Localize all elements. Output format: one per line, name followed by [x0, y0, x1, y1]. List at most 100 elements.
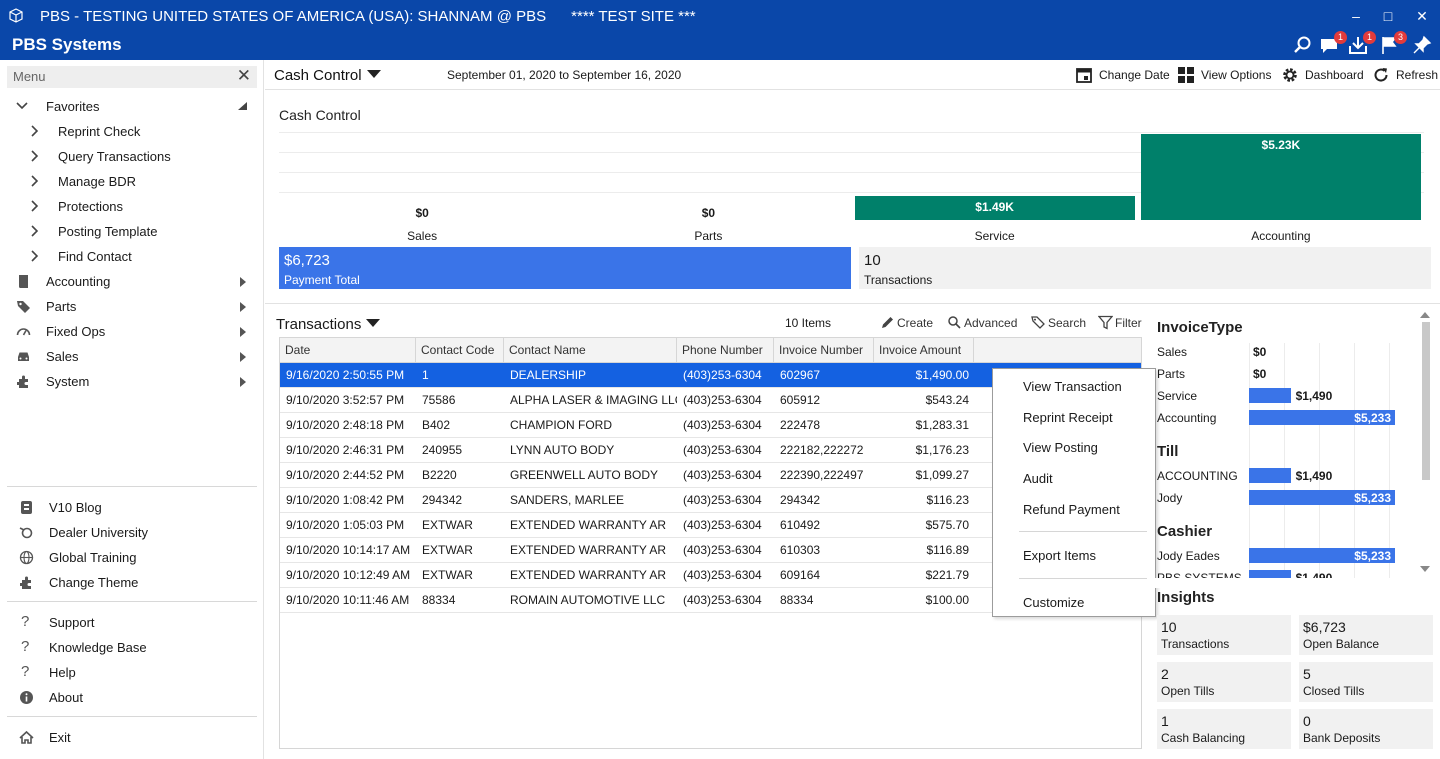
window-title: PBS - TESTING UNITED STATES OF AMERICA (… — [40, 8, 696, 25]
breakdown-clip-mask — [1150, 578, 1410, 588]
insight-value: 2 — [1161, 666, 1169, 682]
insight-tile-cash-balancing[interactable]: 1 Cash Balancing — [1157, 709, 1291, 749]
sidebar-item-posting-template[interactable]: Posting Template — [0, 219, 264, 244]
app-name: PBS Systems — [12, 35, 122, 54]
breakdown-row[interactable]: Sales $0 — [1157, 343, 1397, 361]
insight-tile-bank-deposits[interactable]: 0 Bank Deposits — [1299, 709, 1433, 749]
sidebar-link-global-training[interactable]: Global Training — [0, 545, 264, 570]
breakdown-label: Jody — [1157, 491, 1183, 505]
sidebar-link-help[interactable]: ? Help — [0, 660, 264, 685]
breakdown-value: $1,490 — [1295, 469, 1333, 483]
breakdown-value: $5,233 — [1354, 411, 1391, 425]
insight-label: Open Tills — [1161, 684, 1215, 698]
breakdown-row[interactable]: Accounting $5,233 — [1157, 409, 1397, 427]
sidebar-item-manage-bdr[interactable]: Manage BDR — [0, 169, 264, 194]
sidebar-link-label: Dealer University — [49, 525, 148, 540]
sidebar-link-exit[interactable]: Exit — [0, 725, 264, 750]
insight-tile-transactions[interactable]: 10 Transactions — [1157, 615, 1291, 655]
maximize-button[interactable]: □ — [1377, 6, 1399, 26]
insight-tile-open-tills[interactable]: 2 Open Tills — [1157, 662, 1291, 702]
sidebar-item-label: Parts — [46, 299, 77, 314]
sidebar-item-label: Reprint Check — [58, 124, 141, 139]
breakdown-row[interactable]: Parts $0 — [1157, 365, 1397, 383]
breakdown-label: ACCOUNTING — [1157, 469, 1238, 483]
table-cell: $100.00 — [925, 593, 969, 607]
sidebar-item-label: Query Transactions — [58, 149, 171, 164]
sidebar-item-label: Find Contact — [58, 249, 132, 264]
sidebar-link-about[interactable]: About — [0, 685, 264, 710]
sidebar-item-query-transactions[interactable]: Query Transactions — [0, 144, 264, 169]
close-button[interactable]: ✕ — [1411, 6, 1433, 26]
chevron-right-icon — [31, 125, 39, 137]
sidebar-item-accounting[interactable]: Accounting — [0, 269, 264, 294]
breakdown-row[interactable]: ACCOUNTING $1,490 — [1157, 467, 1397, 485]
sidebar-item-label: Sales — [46, 349, 79, 364]
tag-icon — [17, 301, 30, 313]
sidebar-link-label: Global Training — [49, 550, 137, 565]
sidebar-item-sales[interactable]: Sales — [0, 344, 264, 369]
minimize-button[interactable]: – — [1345, 6, 1367, 26]
sidebar-group-favorites[interactable]: Favorites — [0, 94, 264, 119]
question-icon: ? — [21, 613, 30, 630]
insight-tile-closed-tills[interactable]: 5 Closed Tills — [1299, 662, 1433, 702]
menu-search-input[interactable]: Menu ✕ — [7, 66, 257, 88]
breakdown-value: $5,233 — [1354, 549, 1391, 563]
section-title-cash-control: Cash Control — [279, 107, 361, 123]
cube-icon — [9, 8, 23, 23]
chart-category-label: Sales — [407, 229, 438, 243]
chart-data-label: $5.23K — [1261, 138, 1301, 152]
scroll-down-icon[interactable] — [1420, 566, 1430, 573]
page-title-dropdown[interactable]: Cash Control — [274, 67, 381, 84]
refresh-label: Refresh — [1396, 68, 1439, 82]
view-options-button[interactable]: View Options — [1177, 66, 1277, 86]
breakdown-value: $1,490 — [1295, 389, 1333, 403]
breakdown-row[interactable]: Jody $5,233 — [1157, 489, 1397, 507]
payment-total-card[interactable]: $6,723 Payment Total — [279, 247, 851, 289]
scroll-thumb[interactable] — [1422, 322, 1430, 480]
breakdown-label: Service — [1157, 389, 1198, 403]
sidebar-link-knowledge-base[interactable]: ? Knowledge Base — [0, 635, 264, 660]
home-icon — [19, 730, 34, 744]
sidebar-item-system[interactable]: System — [0, 369, 264, 394]
sidebar-link-v10-blog[interactable]: V10 Blog — [0, 495, 264, 520]
sidebar-item-fixed-ops[interactable]: Fixed Ops — [0, 319, 264, 344]
sidebar-item-parts[interactable]: Parts — [0, 294, 264, 319]
transactions-card[interactable]: 10 Transactions — [859, 247, 1431, 289]
sidebar-link-support[interactable]: ? Support — [0, 610, 264, 635]
insight-tile-open-balance[interactable]: $6,723 Open Balance — [1299, 615, 1433, 655]
chart-data-label: $0 — [415, 206, 429, 220]
sidebar-item-find-contact[interactable]: Find Contact — [0, 244, 264, 269]
breakdown-scrollbar[interactable] — [1415, 308, 1433, 578]
question-icon: ? — [21, 638, 30, 655]
pin-icon[interactable] — [1411, 34, 1433, 56]
table-cell: ROMAIN AUTOMOTIVE LLC — [510, 593, 666, 607]
sidebar-item-protections[interactable]: Protections — [0, 194, 264, 219]
refresh-button[interactable]: Refresh — [1372, 66, 1440, 86]
sidebar: Menu ✕ Favorites Reprint Check Query Tra… — [0, 60, 264, 759]
insight-value: 10 — [1161, 619, 1177, 635]
sidebar-item-label: Fixed Ops — [46, 324, 106, 339]
menu-item-customize[interactable]: Customize — [1023, 595, 1084, 610]
clear-icon[interactable]: ✕ — [237, 66, 251, 86]
breakdown-value: $0 — [1253, 367, 1267, 381]
change-date-button[interactable]: Change Date — [1075, 66, 1175, 86]
transactions-label: Transactions — [864, 273, 933, 287]
toolbar: Cash Control September 01, 2020 to Septe… — [265, 60, 1440, 90]
sidebar-item-label: Accounting — [46, 274, 111, 289]
sidebar-link-change-theme[interactable]: Change Theme — [0, 570, 264, 595]
main-content: Cash Control September 01, 2020 to Septe… — [265, 60, 1440, 759]
sidebar-link-label: Support — [49, 615, 95, 630]
breakdown-row[interactable]: Jody Eades $5,233 — [1157, 547, 1397, 565]
dashboard-label: Dashboard — [1305, 68, 1364, 82]
breakdown-row[interactable]: Service $1,490 — [1157, 387, 1397, 405]
chart-category-label: Accounting — [1251, 229, 1311, 243]
breakdown-bar — [1249, 388, 1291, 403]
search-icon[interactable] — [1292, 34, 1314, 56]
invoice-type-title: InvoiceType — [1157, 319, 1243, 336]
scroll-up-icon[interactable] — [1420, 312, 1430, 319]
car-icon — [18, 352, 29, 361]
dashboard-button[interactable]: Dashboard — [1281, 66, 1376, 86]
sidebar-item-reprint-check[interactable]: Reprint Check — [0, 119, 264, 144]
sidebar-link-dealer-university[interactable]: Dealer University — [0, 520, 264, 545]
till-title: Till — [1157, 443, 1179, 460]
